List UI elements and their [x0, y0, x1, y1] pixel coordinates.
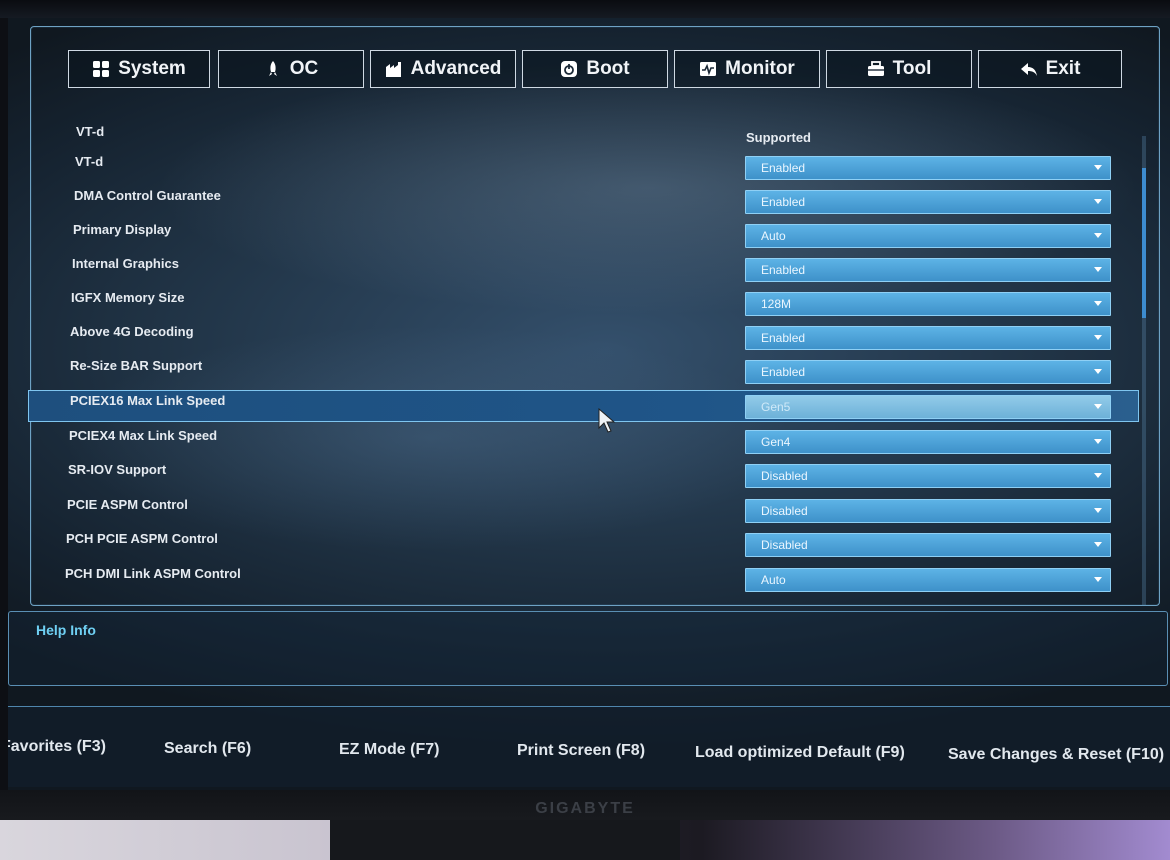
setting-label: Internal Graphics [72, 256, 179, 271]
setting-dropdown[interactable]: Enabled [745, 190, 1111, 214]
tab-system[interactable]: System [68, 50, 210, 88]
chevron-down-icon [1094, 233, 1102, 238]
hotkey-search[interactable]: Search (F6) [164, 740, 251, 758]
setting-label: IGFX Memory Size [71, 290, 185, 305]
setting-label: Re-Size BAR Support [70, 358, 203, 373]
tab-label: OC [289, 58, 319, 79]
rocket-icon [264, 60, 282, 78]
toolbox-icon [867, 60, 885, 78]
chevron-down-icon [1094, 404, 1102, 409]
setting-label: PCIEX4 Max Link Speed [69, 428, 218, 443]
setting-dropdown[interactable]: Disabled [745, 533, 1111, 557]
setting-label-vtd-header: VT-d [76, 124, 105, 139]
monitor-stand [330, 820, 680, 860]
dropdown-value: Enabled [761, 331, 806, 345]
setting-dropdown[interactable]: 128M [745, 292, 1111, 316]
hotkey-save-changes-reset[interactable]: Save Changes & Reset (F10) [948, 746, 1164, 764]
dropdown-value: Auto [761, 573, 786, 587]
dropdown-value: Enabled [761, 161, 806, 175]
chevron-down-icon [1094, 301, 1102, 306]
setting-label: PCH PCIE ASPM Control [66, 531, 218, 546]
chevron-down-icon [1094, 165, 1102, 170]
setting-label: DMA Control Guarantee [74, 188, 221, 203]
pulse-icon [699, 60, 717, 78]
dropdown-value: Disabled [761, 504, 808, 518]
bios-screen: System OC Advanced Boot Monitor Tool Exi… [8, 18, 1170, 790]
chevron-down-icon [1094, 267, 1102, 272]
chevron-down-icon [1094, 335, 1102, 340]
setting-dropdown[interactable]: Auto [745, 568, 1111, 592]
help-info-panel [8, 611, 1168, 686]
dropdown-value: Gen5 [761, 400, 791, 414]
chevron-down-icon [1094, 508, 1102, 513]
monitor-bezel-top [0, 0, 1170, 18]
tab-label: System [118, 58, 186, 79]
tab-label: Tool [892, 58, 932, 79]
dropdown-value: Enabled [761, 195, 806, 209]
mouse-cursor-icon [598, 407, 620, 439]
tab-oc[interactable]: OC [218, 50, 364, 88]
setting-dropdown[interactable]: Disabled [745, 464, 1111, 488]
back-arrow-icon [1020, 60, 1038, 78]
scrollbar-thumb[interactable] [1142, 168, 1146, 318]
tab-monitor[interactable]: Monitor [674, 50, 820, 88]
setting-dropdown[interactable]: Enabled [745, 326, 1111, 350]
setting-label: PCH DMI Link ASPM Control [65, 566, 241, 581]
hotkey-print-screen[interactable]: Print Screen (F8) [517, 742, 645, 760]
vtd-supported-value: Supported [746, 130, 811, 145]
setting-label-selected: PCIEX16 Max Link Speed [70, 393, 226, 408]
setting-label: PCIE ASPM Control [67, 497, 188, 512]
factory-icon [385, 60, 403, 78]
tab-tool[interactable]: Tool [826, 50, 972, 88]
dropdown-value: Disabled [761, 538, 808, 552]
tab-exit[interactable]: Exit [978, 50, 1122, 88]
chevron-down-icon [1094, 199, 1102, 204]
tab-label: Boot [586, 58, 630, 79]
chevron-down-icon [1094, 577, 1102, 582]
tab-boot[interactable]: Boot [522, 50, 668, 88]
hotkey-ez-mode[interactable]: EZ Mode (F7) [339, 741, 439, 759]
grid-icon [92, 60, 110, 78]
setting-dropdown[interactable]: Enabled [745, 360, 1111, 384]
dropdown-value: Gen4 [761, 435, 791, 449]
setting-dropdown[interactable]: Gen4 [745, 430, 1111, 454]
dropdown-value: Auto [761, 229, 786, 243]
tab-label: Monitor [725, 58, 795, 79]
setting-dropdown-selected[interactable]: Gen5 [745, 395, 1111, 419]
chevron-down-icon [1094, 369, 1102, 374]
help-info-title: Help Info [36, 622, 96, 638]
tab-label: Exit [1045, 58, 1081, 79]
chevron-down-icon [1094, 439, 1102, 444]
setting-dropdown[interactable]: Enabled [745, 258, 1111, 282]
chevron-down-icon [1094, 542, 1102, 547]
tab-label: Advanced [410, 58, 502, 79]
setting-dropdown[interactable]: Auto [745, 224, 1111, 248]
setting-label: Primary Display [73, 222, 172, 237]
setting-label: SR-IOV Support [68, 462, 167, 477]
dropdown-value: Disabled [761, 469, 808, 483]
top-tab-bar: System OC Advanced Boot Monitor Tool Exi… [68, 50, 1128, 94]
hotkey-favorites[interactable]: Favorites (F3) [8, 738, 106, 756]
setting-label: Above 4G Decoding [70, 324, 194, 339]
power-icon [560, 60, 578, 78]
setting-label: VT-d [75, 154, 104, 169]
setting-dropdown[interactable]: Enabled [745, 156, 1111, 180]
monitor-brand-logo: GIGABYTE [535, 800, 635, 817]
dropdown-value: Enabled [761, 263, 806, 277]
dropdown-value: Enabled [761, 365, 806, 379]
hotkey-load-optimized-default[interactable]: Load optimized Default (F9) [695, 744, 905, 762]
dropdown-value: 128M [761, 297, 792, 311]
setting-dropdown[interactable]: Disabled [745, 499, 1111, 523]
chevron-down-icon [1094, 473, 1102, 478]
tab-advanced[interactable]: Advanced [370, 50, 516, 88]
